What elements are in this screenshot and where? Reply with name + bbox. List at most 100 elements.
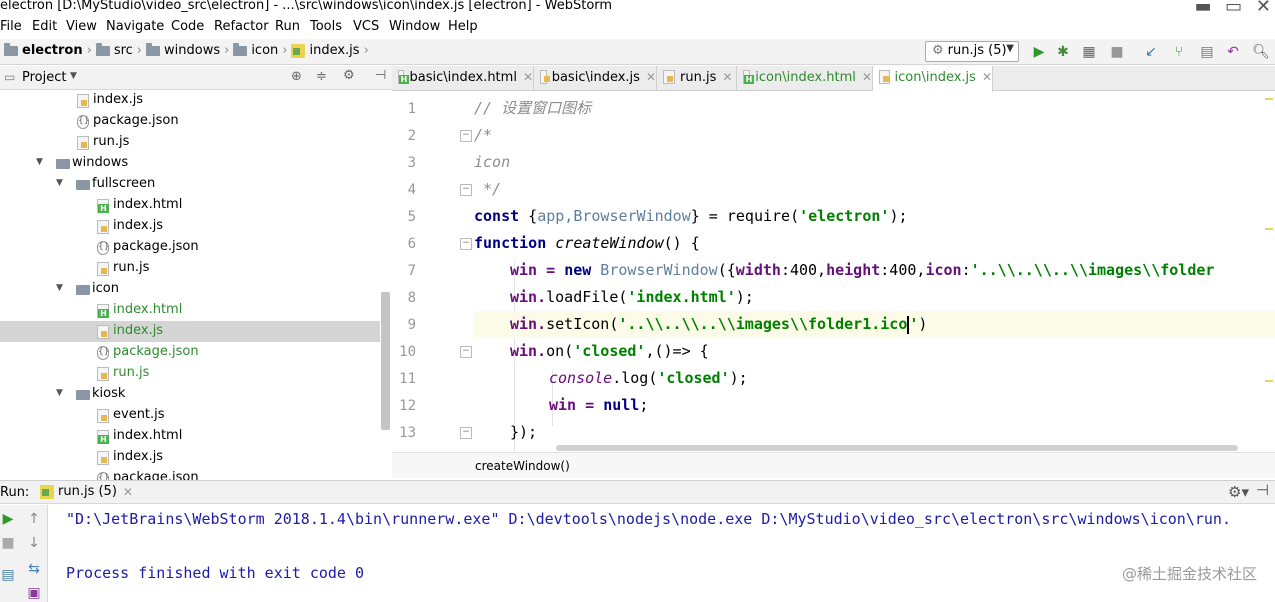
js-file-icon [663,70,675,84]
tree-item-selected[interactable]: index.js [0,321,380,342]
arrow-up-icon[interactable]: ↑ [26,511,42,527]
html-file-icon [97,304,109,318]
crumb-src[interactable]: src [114,43,133,58]
menu-file[interactable]: File [0,19,22,34]
tab-basic-index-html[interactable]: basic\index.html✕ [392,66,534,91]
search-icon[interactable]: 🔍︎ [1252,43,1270,61]
tree-item[interactable]: package.json [0,468,380,480]
minimize-icon[interactable]: ⊣ [375,68,386,83]
menu-run[interactable]: Run [275,19,300,34]
fold-icon[interactable]: − [460,427,472,439]
expand-arrow-icon[interactable]: ▼ [56,283,63,293]
menu-code[interactable]: Code [171,19,204,34]
tree-item[interactable]: index.html [0,195,380,216]
menu-tools[interactable]: Tools [310,19,342,34]
collapse-icon[interactable]: ≑ [316,69,327,84]
tree-item[interactable]: run.js [0,132,380,153]
chevron-down-icon[interactable]: ▼ [70,71,77,81]
run-icon[interactable]: ▶ [1030,43,1048,61]
tree-item[interactable]: run.js [0,363,380,384]
expand-arrow-icon[interactable]: ▼ [36,157,43,167]
tree-item[interactable]: index.html [0,426,380,447]
error-stripe-mark[interactable] [1265,380,1273,382]
fold-icon[interactable]: − [460,130,472,142]
tree-folder[interactable]: ▼ windows [0,153,380,174]
code-breadcrumb: createWindow() [392,452,1275,478]
crumb-electron[interactable]: electron [22,43,83,58]
vcs-history-icon[interactable]: ▤ [1198,43,1216,61]
arrow-down-icon[interactable]: ↓ [26,535,42,551]
menu-help[interactable]: Help [448,19,478,34]
error-stripe-mark[interactable] [1265,228,1273,230]
menu-edit[interactable]: Edit [32,19,57,34]
folder-icon [76,180,90,190]
tab-icon-index-js[interactable]: icon\index.js ✕ [873,66,993,92]
project-header-label[interactable]: Project [22,70,66,85]
layout-icon[interactable]: ▤ [0,567,16,583]
tree-item[interactable]: index.js [0,90,380,111]
gear-icon[interactable]: ⚙▾ [1228,483,1249,501]
stop-icon[interactable]: ■ [1108,43,1126,61]
tree-item[interactable]: index.js [0,216,380,237]
run-config-select[interactable]: ⚙ run.js (5) ▼ [925,41,1019,62]
watermark: @稀土掘金技术社区 [1121,565,1257,583]
menu-window[interactable]: Window [389,19,440,34]
window-controls-icon[interactable]: ▬ ▭ ✕ [1194,0,1275,17]
code-editor[interactable]: 1 2 3 4 5 6 7 8 9 10 11 12 13 − − − − − … [392,92,1275,452]
breadcrumb-function[interactable]: createWindow() [475,459,570,473]
close-icon[interactable]: ✕ [982,70,992,84]
rerun-icon[interactable]: ▶ [0,511,16,527]
tree-item[interactable]: package.json [0,237,380,258]
tree-item[interactable]: event.js [0,405,380,426]
crumb-index-js[interactable]: index.js [309,43,359,58]
vcs-update-icon[interactable]: ↙ [1142,43,1160,61]
close-icon[interactable]: ✕ [722,70,732,84]
tree-folder[interactable]: ▼ icon [0,279,380,300]
coverage-icon[interactable]: ▦ [1080,43,1098,61]
debug-icon[interactable]: ✱ [1054,43,1072,61]
menu-refactor[interactable]: Refactor [214,19,269,34]
project-scrollbar[interactable] [381,292,390,430]
tab-basic-index-js[interactable]: basic\index.js ✕ [534,66,657,91]
horizontal-scrollbar[interactable] [556,445,1238,451]
close-icon[interactable]: ✕ [862,70,872,84]
expand-arrow-icon[interactable]: ▼ [56,388,63,398]
tree-item[interactable]: package.json [0,342,380,363]
chevron-down-icon: ▼ [1006,43,1014,54]
tab-run-js[interactable]: run.js ✕ [657,66,737,91]
code-line-4: */ [474,180,502,198]
fold-icon[interactable]: − [460,184,472,196]
menu-view[interactable]: View [66,19,97,34]
tree-item[interactable]: run.js [0,258,380,279]
minimize-icon[interactable]: ⊣ [1256,481,1269,499]
menu-vcs[interactable]: VCS [353,19,379,34]
js-file-icon [97,367,109,381]
tree-item[interactable]: index.html [0,300,380,321]
code-area[interactable]: // 设置窗口图标 /* icon */ const {app,BrowserW… [474,92,1275,452]
expand-arrow-icon[interactable]: ▼ [56,178,63,188]
gear-icon[interactable]: ⚙ [343,68,355,83]
fold-icon[interactable]: − [460,238,472,250]
tree-folder[interactable]: ▼ kiosk [0,384,380,405]
line-number: 5 [407,209,416,225]
tab-icon-index-html[interactable]: icon\index.html✕ [737,66,873,91]
scroll-to-end-icon[interactable]: ▣ [26,585,42,601]
vcs-commit-icon[interactable]: ⑂ [1170,43,1188,61]
close-icon[interactable]: ✕ [123,485,133,499]
error-stripe-mark[interactable] [1265,98,1273,100]
close-icon[interactable]: ✕ [646,70,656,84]
run-console[interactable]: "D:\JetBrains\WebStorm 2018.1.4\bin\runn… [50,505,1275,602]
revert-icon[interactable]: ↶ [1224,43,1242,61]
tree-item[interactable]: index.js [0,447,380,468]
target-icon[interactable]: ⊕ [291,69,302,84]
menu-navigate[interactable]: Navigate [106,19,164,34]
close-icon[interactable]: ✕ [523,70,533,84]
crumb-icon[interactable]: icon [251,43,278,58]
soft-wrap-icon[interactable]: ⇆ [26,561,42,577]
tree-item[interactable]: package.json [0,111,380,132]
run-tab[interactable]: run.js (5) ✕ [40,484,133,499]
crumb-windows[interactable]: windows [164,43,220,58]
fold-icon[interactable]: − [460,346,472,358]
tree-folder[interactable]: ▼ fullscreen [0,174,380,195]
stop-icon[interactable]: ■ [0,535,16,551]
